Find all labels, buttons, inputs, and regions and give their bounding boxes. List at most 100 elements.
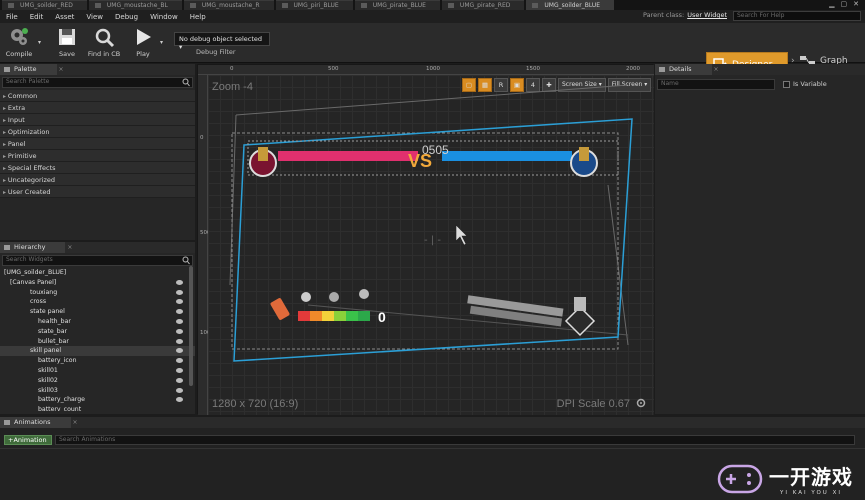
palette-category[interactable]: Extra — [0, 102, 195, 114]
animations-header: Animations × — [0, 417, 865, 428]
menu-file[interactable]: File — [0, 13, 24, 21]
tree-item[interactable]: touxiang — [0, 288, 195, 298]
hierarchy-search-placeholder: Search Widgets — [6, 256, 53, 263]
tree-item[interactable]: [UMG_soilder_BLUE] — [0, 268, 195, 278]
gamepad-logo-icon — [717, 464, 763, 493]
visibility-eye-icon[interactable] — [176, 309, 183, 315]
battery-charge-bar — [298, 311, 370, 321]
tree-item[interactable]: battery_icon — [0, 356, 195, 366]
visibility-eye-icon[interactable] — [176, 348, 183, 354]
save-icon — [59, 29, 75, 45]
is-variable-checkbox[interactable]: Is Variable — [783, 80, 827, 88]
menu-window[interactable]: Window — [144, 13, 184, 21]
tree-item[interactable]: health_bar — [0, 317, 195, 327]
panel-divider — [0, 448, 865, 449]
minimize-icon[interactable]: ▁ — [829, 0, 834, 10]
ruler-tick: 0 — [200, 135, 204, 141]
maximize-icon[interactable]: ▢ — [841, 0, 848, 10]
visibility-eye-icon[interactable] — [176, 299, 183, 305]
watermark-subtitle: YI KAI YOU XI — [780, 490, 842, 496]
visibility-eye-icon[interactable] — [176, 367, 183, 373]
tree-item[interactable]: skill02 — [0, 376, 195, 386]
debug-filter-label: Debug Filter — [196, 48, 236, 56]
guide-line — [229, 114, 237, 286]
palette-category[interactable]: Common — [0, 90, 195, 102]
crosshair-mark: - | - — [424, 235, 441, 246]
doc-tab[interactable]: UMG_pirate_BLUE — [354, 0, 440, 10]
compile-dropdown-icon[interactable]: ▾ — [38, 39, 41, 46]
palette-category[interactable]: Special Effects — [0, 162, 195, 174]
parent-class-link[interactable]: User Widget — [687, 11, 727, 19]
tree-item[interactable]: skill01 — [0, 366, 195, 376]
horizontal-ruler: 0 500 1000 1500 2000 — [198, 65, 654, 75]
name-input[interactable]: Name — [657, 79, 775, 90]
play-dropdown-icon[interactable]: ▾ — [160, 39, 163, 46]
menu-asset[interactable]: Asset — [49, 13, 80, 21]
visibility-eye-icon[interactable] — [176, 289, 183, 295]
parent-class-label: Parent class: — [643, 11, 685, 19]
find-in-cb-button[interactable]: Find in CB — [87, 26, 121, 60]
tree-item-label: cross — [30, 298, 47, 306]
compile-button[interactable]: Compile — [2, 26, 36, 60]
tree-item[interactable]: cross — [0, 297, 195, 307]
palette-category[interactable]: Panel — [0, 138, 195, 150]
tree-item[interactable]: battery_charge — [0, 395, 195, 405]
visibility-eye-icon[interactable] — [176, 387, 183, 393]
doc-tab[interactable]: UMG_soilder_RED — [2, 0, 87, 10]
help-search-input[interactable]: Search For Help — [733, 11, 861, 21]
tree-item-label: bullet_bar — [38, 337, 69, 345]
doc-tab[interactable]: UMG_pirate_RED — [441, 0, 525, 10]
visibility-eye-icon[interactable] — [176, 397, 183, 403]
details-tab[interactable]: Details — [655, 64, 712, 75]
visibility-eye-icon[interactable] — [176, 338, 183, 344]
designer-canvas[interactable]: 0 500 1000 1500 2000 0 500 1000 Zoom -4 … — [197, 64, 654, 415]
tree-item[interactable]: state_bar — [0, 327, 195, 337]
tree-item[interactable]: skill03 — [0, 386, 195, 396]
close-icon[interactable]: × — [67, 244, 72, 251]
animation-search-input[interactable]: Search Animations — [55, 435, 855, 445]
document-tab-bar: UMG_soilder_RED UMG_moustache_BL UMG_mou… — [0, 0, 865, 10]
hierarchy-search-input[interactable]: Search Widgets — [2, 255, 193, 266]
tree-item[interactable]: state panel — [0, 307, 195, 317]
tree-item-label: skill panel — [30, 347, 62, 355]
visibility-eye-icon[interactable] — [176, 358, 183, 364]
menu-bar: File Edit Asset View Debug Window Help P… — [0, 10, 865, 23]
add-animation-button[interactable]: +Animation — [4, 435, 52, 445]
tree-item[interactable]: bullet_bar — [0, 337, 195, 347]
gear-icon[interactable] — [636, 398, 646, 408]
animations-tab[interactable]: Animations — [0, 417, 71, 428]
visibility-eye-icon[interactable] — [176, 377, 183, 383]
close-icon[interactable]: × — [59, 66, 64, 73]
visibility-eye-icon[interactable] — [176, 279, 183, 285]
menu-edit[interactable]: Edit — [24, 13, 50, 21]
close-icon[interactable]: × — [73, 419, 78, 426]
close-icon[interactable]: × — [714, 66, 719, 73]
save-button[interactable]: Save — [50, 26, 84, 60]
palette-category[interactable]: Uncategorized — [0, 174, 195, 186]
close-icon[interactable]: ✕ — [853, 0, 859, 10]
palette-search-input[interactable]: Search Palette — [2, 77, 193, 88]
menu-help[interactable]: Help — [184, 13, 212, 21]
vs-text: VS — [408, 151, 432, 171]
tree-item[interactable]: battery_count — [0, 405, 195, 411]
debug-object-select[interactable]: No debug object selected ▾ — [174, 32, 270, 51]
palette-category[interactable]: User Created — [0, 186, 195, 198]
tree-item[interactable]: [Canvas Panel] — [0, 278, 195, 288]
doc-tab-active[interactable]: UMG_soilder_BLUE — [526, 0, 615, 10]
doc-tab[interactable]: UMG_moustache_R — [183, 0, 274, 10]
menu-view[interactable]: View — [80, 13, 109, 21]
palette-tab[interactable]: Palette — [0, 64, 57, 75]
palette-panel: Palette × Search Palette Common Extra In… — [0, 64, 195, 240]
visibility-eye-icon[interactable] — [176, 328, 183, 334]
hierarchy-tab[interactable]: Hierarchy — [0, 242, 66, 253]
palette-category[interactable]: Primitive — [0, 150, 195, 162]
doc-tab[interactable]: UMG_piri_BLUE — [275, 0, 353, 10]
play-button[interactable]: Play — [126, 26, 160, 60]
hierarchy-scrollbar[interactable] — [189, 266, 193, 386]
tree-item-selected[interactable]: skill panel — [0, 346, 195, 357]
visibility-eye-icon[interactable] — [176, 318, 183, 324]
menu-debug[interactable]: Debug — [109, 13, 144, 21]
palette-category[interactable]: Input — [0, 114, 195, 126]
doc-tab[interactable]: UMG_moustache_BL — [88, 0, 182, 10]
palette-category[interactable]: Optimization — [0, 126, 195, 138]
